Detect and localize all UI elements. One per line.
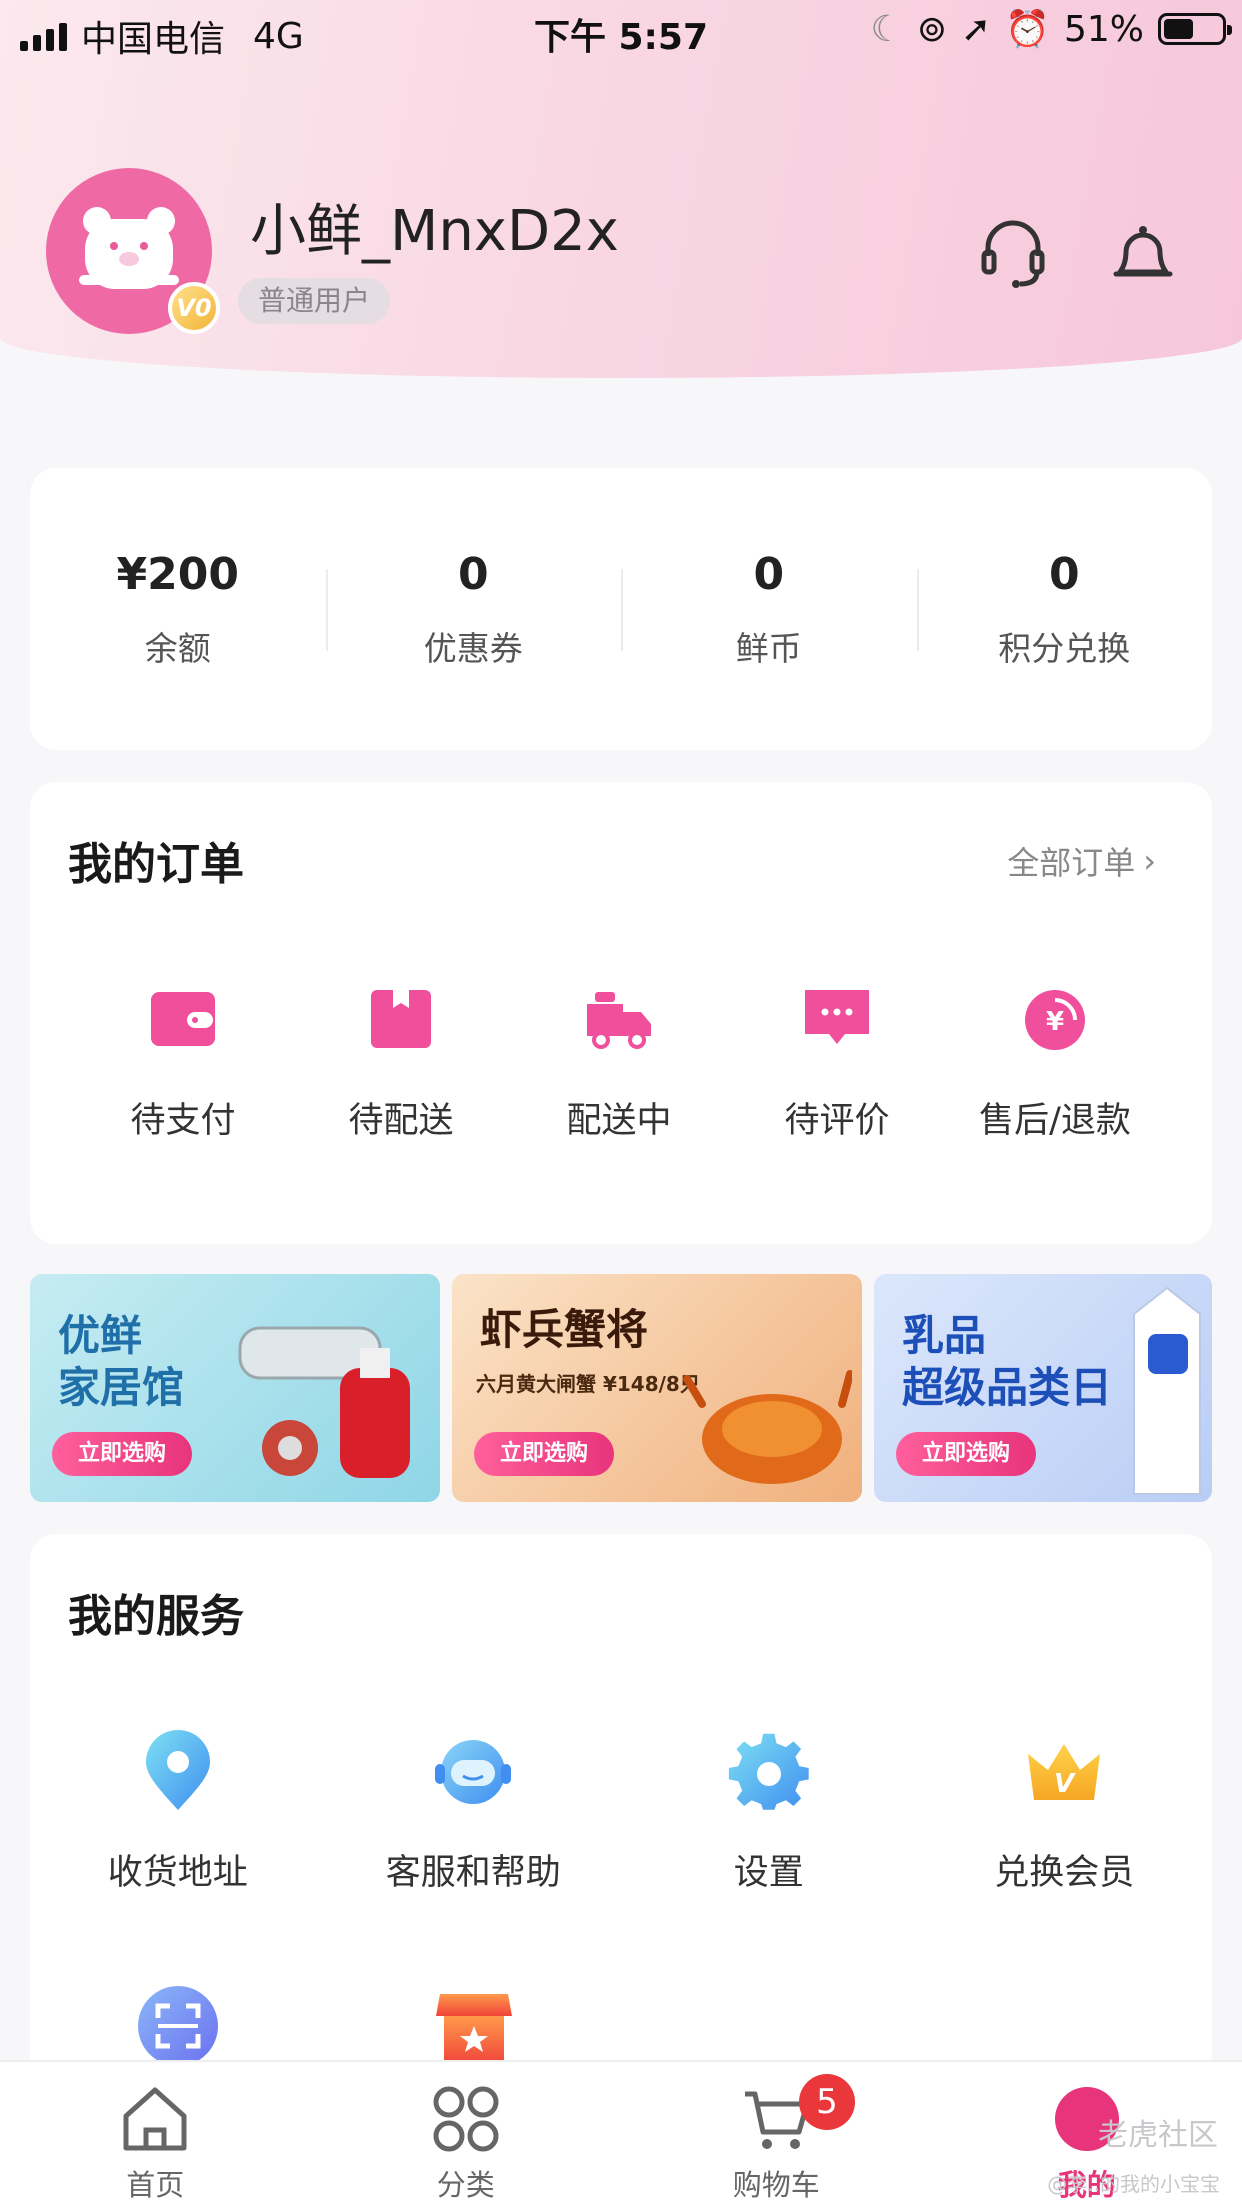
tab-label: 首页 [126, 2168, 185, 2202]
scan-icon [138, 1986, 218, 2066]
my-orders-card: 我的订单 全部订单 › 待支付 待配送 配送中 待评价 ¥ 售后/退款 [30, 782, 1212, 1244]
gear-icon [728, 1733, 809, 1810]
svg-text:V: V [1054, 1769, 1076, 1799]
crown-icon: V [1028, 1744, 1101, 1800]
home-products-image [238, 1326, 410, 1478]
svg-text:¥: ¥ [1046, 1007, 1064, 1037]
banner-crab[interactable]: 虾兵蟹将 六月黄大闸蟹 ¥148/8只 立即选购 [452, 1274, 862, 1502]
banner-title-line1: 乳品 [902, 1311, 987, 1360]
user-type-tag: 普通用户 [238, 278, 391, 324]
banner-buy-button[interactable]: 立即选购 [52, 1432, 193, 1476]
orders-title: 我的订单 [68, 839, 244, 890]
banner-buy-button[interactable]: 立即选购 [474, 1432, 615, 1476]
service-label: 收货地址 [107, 1853, 248, 1893]
stat-value: 0 [457, 548, 489, 600]
store-icon [436, 1994, 512, 2064]
banner-dairy[interactable]: 乳品 超级品类日 立即选购 [874, 1274, 1212, 1502]
service-redeem-membership[interactable]: V 兑换会员 [917, 1730, 1213, 1895]
tab-category[interactable]: 分类 [311, 2062, 622, 2208]
all-orders-label: 全部订单 [1007, 844, 1136, 882]
bear-avatar-icon [79, 207, 179, 289]
service-customer-help[interactable]: 客服和帮助 [326, 1730, 622, 1895]
tab-label: 分类 [436, 2168, 495, 2202]
alarm-icon: ⏰ [1005, 9, 1050, 50]
service-label: 兑换会员 [994, 1853, 1135, 1893]
banner-title-line1: 优鲜 [58, 1311, 143, 1360]
tab-label: 购物车 [732, 2168, 820, 2202]
order-status-pending-review[interactable]: 待评价 [728, 982, 946, 1143]
service-address[interactable]: 收货地址 [30, 1730, 326, 1895]
refund-icon: ¥ [1025, 990, 1085, 1050]
status-bar: 中国电信 4G 下午 5:57 ☾ ⊚ ➚ ⏰ 51% [0, 0, 1242, 62]
stat-value: 0 [753, 548, 785, 600]
stat-value: 0 [1048, 548, 1080, 600]
battery-percent: 51% [1063, 8, 1144, 50]
moon-icon: ☾ [870, 8, 903, 50]
banner-home-goods[interactable]: 优鲜 家居馆 立即选购 [30, 1274, 440, 1502]
location-icon: ➚ [960, 8, 992, 50]
banner-title-line2: 超级品类日 [902, 1363, 1113, 1412]
comment-icon [805, 990, 869, 1044]
watermark: 老虎社区 [1098, 2118, 1218, 2153]
account-stats-card: ¥200 余额 0 优惠券 0 鲜币 0 积分兑换 [30, 468, 1212, 750]
service-label: 客服和帮助 [385, 1853, 561, 1893]
bell-icon[interactable] [1110, 218, 1176, 290]
all-orders-link[interactable]: 全部订单 › [1007, 838, 1156, 884]
order-label: 配送中 [566, 1101, 672, 1141]
services-title: 我的服务 [68, 1591, 244, 1642]
order-label: 待评价 [784, 1101, 890, 1141]
home-icon [123, 2087, 187, 2151]
box-icon [371, 990, 431, 1048]
cart-count-badge: 5 [799, 2074, 855, 2130]
banner-title-line2: 家居馆 [58, 1363, 185, 1412]
chevron-right-icon: › [1143, 842, 1156, 880]
username[interactable]: 小鲜_MnxD2x [250, 186, 619, 267]
banner-subtitle: 六月黄大闸蟹 ¥148/8只 [476, 1372, 700, 1396]
stat-label: 余额 [144, 628, 211, 668]
milk-carton-image [1133, 1286, 1201, 1495]
customer-service-icon [435, 1740, 512, 1804]
stat-label: 鲜币 [735, 628, 802, 668]
banner-buy-button[interactable]: 立即选购 [896, 1432, 1037, 1476]
battery-icon [1158, 13, 1232, 45]
location-pin-icon [145, 1730, 210, 1810]
headset-icon[interactable] [980, 218, 1046, 290]
crab-image [683, 1370, 852, 1484]
service-label: 设置 [733, 1853, 804, 1893]
service-settings[interactable]: 设置 [621, 1730, 917, 1895]
delivery-truck-icon [587, 992, 651, 1049]
tab-home[interactable]: 首页 [0, 2062, 311, 2208]
balance-stat[interactable]: ¥200 余额 [30, 549, 326, 670]
level-badge: V0 [168, 282, 220, 334]
stat-value: ¥200 [116, 548, 239, 600]
rotation-lock-icon: ⊚ [916, 8, 947, 50]
stat-label: 积分兑换 [998, 628, 1131, 668]
banner-title-line1: 虾兵蟹将 [480, 1305, 649, 1354]
order-status-in-delivery[interactable]: 配送中 [510, 982, 728, 1143]
stat-label: 优惠券 [423, 628, 523, 668]
order-status-pending-delivery[interactable]: 待配送 [292, 982, 510, 1143]
order-label: 待配送 [348, 1101, 454, 1141]
order-label: 待支付 [130, 1101, 236, 1141]
wallet-icon [151, 992, 215, 1046]
fresh-coin-stat[interactable]: 0 鲜币 [621, 549, 917, 670]
tab-cart[interactable]: 5 购物车 [621, 2062, 932, 2208]
order-status-pending-payment[interactable]: 待支付 [74, 982, 292, 1143]
order-label: 售后/退款 [979, 1101, 1131, 1141]
points-stat[interactable]: 0 积分兑换 [916, 548, 1213, 670]
category-grid-icon [433, 2086, 499, 2152]
coupon-stat[interactable]: 0 优惠券 [325, 548, 622, 670]
watermark-caption: @李..的我的小宝宝 [1047, 2172, 1220, 2196]
order-status-refund[interactable]: ¥ 售后/退款 [946, 982, 1164, 1143]
